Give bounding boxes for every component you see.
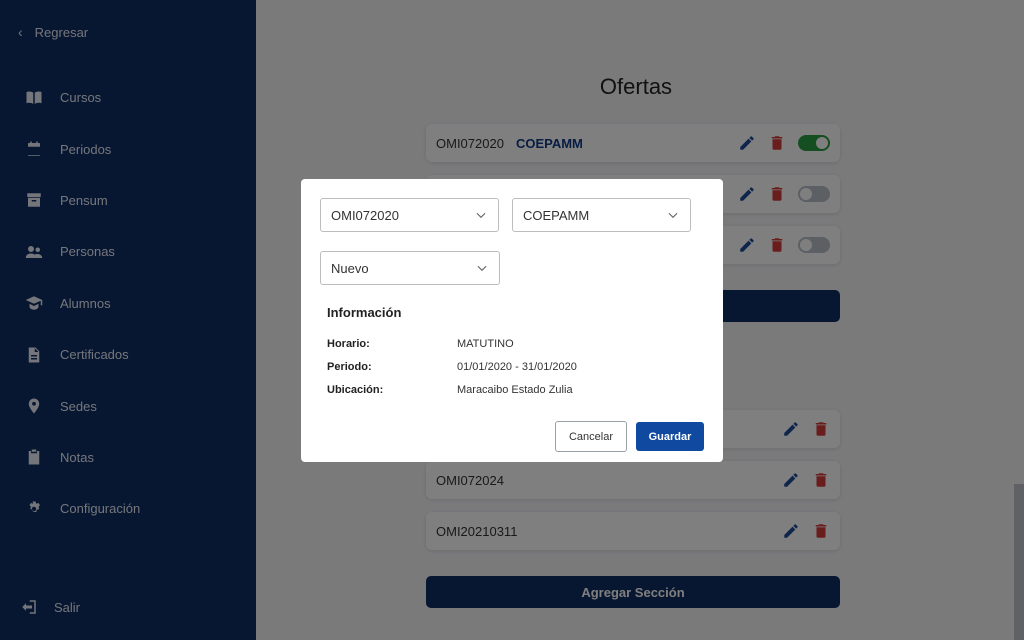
chevron-down-icon xyxy=(475,261,489,275)
offer-dialog: OMI072020 COEPAMM Nuevo Información Hora… xyxy=(301,179,723,462)
info-heading: Información xyxy=(327,305,402,320)
cancel-button[interactable]: Cancelar xyxy=(555,421,627,452)
status-select[interactable]: Nuevo xyxy=(320,251,500,285)
info-row-periodo: Periodo: 01/01/2020 - 31/01/2020 xyxy=(327,361,707,373)
info-value: MATUTINO xyxy=(457,338,514,350)
info-value: 01/01/2020 - 31/01/2020 xyxy=(457,361,577,373)
save-button[interactable]: Guardar xyxy=(636,422,704,451)
offer-select-value: OMI072020 xyxy=(331,207,399,223)
organization-select[interactable]: COEPAMM xyxy=(512,198,691,232)
chevron-down-icon xyxy=(474,208,488,222)
info-row-horario: Horario: MATUTINO xyxy=(327,338,707,350)
info-label: Horario: xyxy=(327,338,370,350)
status-select-value: Nuevo xyxy=(331,260,369,276)
organization-select-value: COEPAMM xyxy=(523,207,590,223)
info-value: Maracaibo Estado Zulia xyxy=(457,384,573,396)
info-label: Periodo: xyxy=(327,361,372,373)
chevron-down-icon xyxy=(666,208,680,222)
info-label: Ubicación: xyxy=(327,384,384,396)
info-row-ubicacion: Ubicación: Maracaibo Estado Zulia xyxy=(327,384,707,396)
offer-select[interactable]: OMI072020 xyxy=(320,198,499,232)
